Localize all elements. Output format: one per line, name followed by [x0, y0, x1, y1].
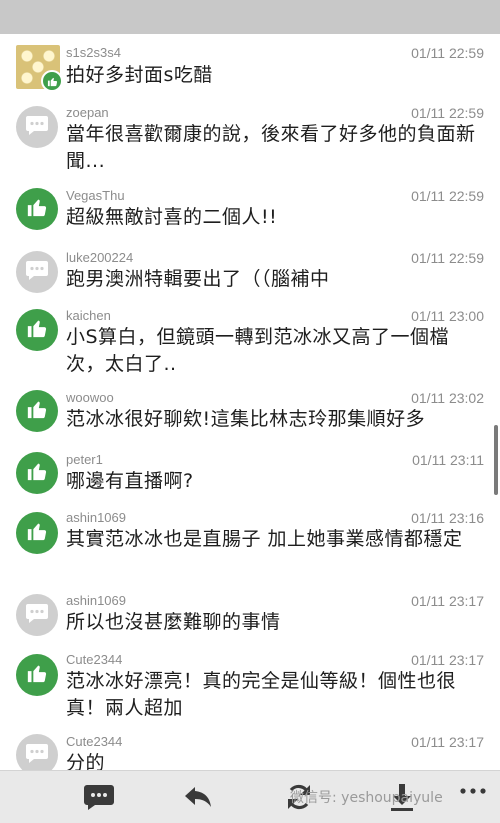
chat-bubble-icon	[25, 259, 49, 285]
comment-list[interactable]: s1s2s3s4 01/11 22:59 拍好多封面s吃醋 zoepan 01/…	[0, 34, 500, 770]
username: luke200224	[66, 250, 134, 265]
comment-text: 分的	[66, 752, 106, 770]
comment-text: 當年很喜歡爾康的說，後來看了好多他的負面新聞...	[66, 123, 476, 172]
comment-text: 小S算白，但鏡頭一轉到范冰冰又高了一個檔次，太白了..	[66, 326, 450, 375]
bottom-toolbar: 微信号: yeshoupaiyule	[0, 770, 500, 823]
timestamp: 01/11 23:16	[411, 510, 484, 526]
username: s1s2s3s4	[66, 45, 121, 60]
username: peter1	[66, 452, 103, 467]
comment-text: 所以也沒甚麼難聊的事情	[66, 611, 281, 633]
username: woowoo	[66, 390, 114, 405]
like-avatar	[16, 188, 58, 230]
like-avatar	[16, 309, 58, 351]
timestamp: 01/11 22:59	[411, 105, 484, 121]
chat-bubble-icon	[25, 602, 49, 628]
more-icon[interactable]	[456, 775, 490, 807]
comment-text: 范冰冰很好聊欸!這集比林志玲那集順好多	[66, 408, 426, 430]
chat-bubble-icon	[25, 742, 49, 768]
comment-text: 哪邊有直播啊?	[66, 470, 194, 492]
thumbs-up-icon	[26, 196, 48, 222]
comment-avatar	[16, 251, 58, 293]
timestamp: 01/11 22:59	[411, 250, 484, 266]
username: kaichen	[66, 308, 111, 323]
comment-avatar	[16, 106, 58, 148]
comment-text: 超級無敵討喜的二個人!!	[66, 206, 278, 228]
username: Cute2344	[66, 734, 123, 749]
username: zoepan	[66, 105, 109, 120]
thumbs-up-icon	[26, 520, 48, 546]
timestamp: 01/11 23:02	[411, 390, 484, 406]
top-bar	[0, 0, 500, 34]
like-avatar	[16, 452, 58, 494]
user-avatar	[16, 45, 63, 92]
chat-bubble-icon	[25, 114, 49, 140]
timestamp: 01/11 22:59	[411, 45, 484, 61]
like-avatar	[16, 390, 58, 432]
comment-icon[interactable]	[82, 781, 116, 813]
thumbs-up-icon	[26, 460, 48, 486]
comment-text: 其實范冰冰也是直腸子 加上她事業感情都穩定	[66, 528, 463, 550]
username: VegasThu	[66, 188, 125, 203]
comment-avatar	[16, 594, 58, 636]
reply-icon[interactable]	[181, 781, 215, 813]
comment-text: 拍好多封面s吃醋	[66, 64, 213, 86]
timestamp: 01/11 23:17	[411, 652, 484, 668]
username: ashin1069	[66, 510, 126, 525]
thumbs-up-icon	[26, 398, 48, 424]
thumbs-up-icon	[26, 317, 48, 343]
timestamp: 01/11 23:00	[411, 308, 484, 324]
username: Cute2344	[66, 652, 123, 667]
comment-text: 跑男澳洲特輯要出了（（腦補中	[66, 268, 330, 290]
thumbs-up-icon	[26, 662, 48, 688]
comment-avatar	[16, 734, 58, 770]
timestamp: 01/11 23:17	[411, 593, 484, 609]
like-avatar	[16, 512, 58, 554]
username: ashin1069	[66, 593, 126, 608]
comment-text: 范冰冰好漂亮！真的完全是仙等級！個性也很真！兩人超加	[66, 670, 457, 719]
scrollbar[interactable]	[494, 425, 498, 495]
thumbs-up-icon	[41, 70, 63, 92]
like-avatar	[16, 654, 58, 696]
timestamp: 01/11 23:11	[412, 452, 484, 468]
timestamp: 01/11 22:59	[411, 188, 484, 204]
timestamp: 01/11 23:17	[411, 734, 484, 750]
watermark: 微信号: yeshoupaiyule	[290, 790, 443, 806]
